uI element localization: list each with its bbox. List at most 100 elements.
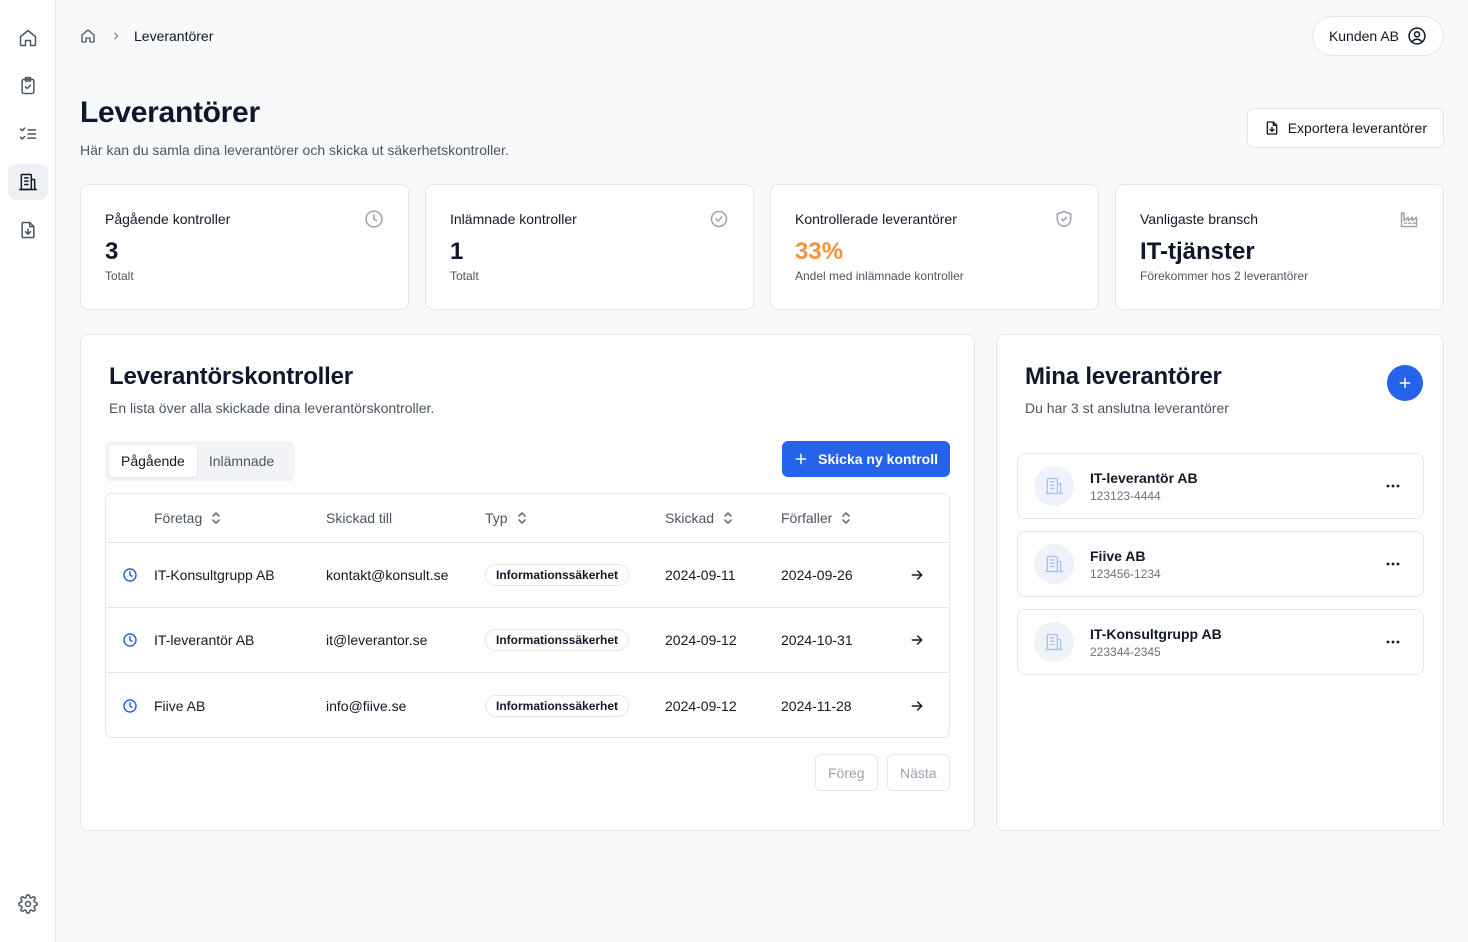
supplier-org-number: 123123-4444 (1090, 489, 1161, 503)
row-company: Fiive AB (154, 697, 206, 714)
status-clock-icon (122, 543, 138, 607)
stat-card-submitted: Inlämnade kontroller 1 Totalt (425, 184, 754, 310)
send-control-label: Skicka ny kontroll (818, 451, 938, 467)
type-badge: Informationssäkerhet (485, 629, 630, 651)
stat-card-ongoing: Pågående kontroller 3 Totalt (80, 184, 409, 310)
sort-icon (212, 512, 221, 524)
sort-icon (842, 512, 851, 524)
row-sent: 2024-09-12 (665, 632, 737, 648)
export-nav-button[interactable] (8, 212, 48, 248)
arrow-right-icon[interactable] (909, 608, 925, 672)
stat-title: Pågående kontroller (105, 211, 231, 227)
row-email: info@fiive.se (326, 697, 407, 714)
page-title: Leverantörer (80, 96, 260, 129)
gear-icon (18, 894, 38, 914)
stat-card-industry: Vanligaste bransch IT-tjänster Förekomme… (1115, 184, 1444, 310)
supplier-name: IT-leverantör AB (1090, 470, 1198, 486)
send-control-button[interactable]: Skicka ny kontroll (782, 441, 950, 477)
settings-nav-button[interactable] (8, 886, 48, 922)
clock-icon (365, 210, 383, 228)
row-email: it@leverantor.se (326, 632, 428, 648)
more-options-icon[interactable] (1383, 554, 1403, 574)
export-suppliers-button[interactable]: Exportera leverantörer (1246, 108, 1444, 148)
plus-icon (1399, 377, 1411, 389)
panel-subtitle: Du har 3 st anslutna leverantörer (1025, 400, 1229, 416)
sort-icon (724, 512, 732, 524)
stat-sub: Förekommer hos 2 leverantörer (1140, 269, 1309, 283)
suppliers-nav-button[interactable] (8, 164, 48, 200)
next-page-button[interactable]: Nästa (887, 754, 950, 791)
table-row[interactable]: IT-leverantör AB it@leverantor.se Inform… (106, 608, 949, 673)
panel-title: Leverantörskontroller (109, 363, 353, 390)
stat-card-controlled: Kontrollerade leverantörer 33% Andel med… (770, 184, 1099, 310)
tab-ongoing[interactable]: Pågående (109, 445, 197, 477)
prev-page-button[interactable]: Föreg (815, 754, 878, 791)
more-options-icon[interactable] (1383, 476, 1403, 496)
plus-icon (795, 453, 807, 465)
row-email: kontakt@konsult.se (326, 567, 449, 583)
supplier-card[interactable]: IT-Konsultgrupp AB 223344-2345 (1017, 609, 1424, 675)
row-sent: 2024-09-11 (665, 567, 736, 583)
controls-table: Företag Skickad till Typ Skickad Förfall… (105, 493, 950, 738)
row-type-cell: Informationssäkerhet (485, 608, 630, 672)
row-type-cell: Informationssäkerhet (485, 673, 630, 738)
supplier-name: IT-Konsultgrupp AB (1090, 626, 1222, 642)
supplier-card[interactable]: IT-leverantör AB 123123-4444 (1017, 453, 1424, 519)
table-row[interactable]: Fiive AB info@fiive.se Informationssäker… (106, 673, 949, 738)
supplier-org-number: 123456-1234 (1090, 567, 1161, 581)
clipboard-check-icon (21, 76, 35, 95)
type-badge: Informationssäkerhet (485, 694, 630, 717)
building-icon (1034, 622, 1074, 662)
home-icon[interactable] (80, 28, 96, 44)
table-row[interactable]: IT-Konsultgrupp AB kontakt@konsult.se In… (106, 543, 949, 608)
more-options-icon[interactable] (1383, 632, 1403, 652)
user-circle-icon (1408, 27, 1426, 45)
list-checks-icon (19, 127, 37, 140)
arrow-right-icon[interactable] (909, 543, 925, 607)
breadcrumb-current: Leverantörer (134, 28, 214, 44)
stat-sub: Andel med inlämnade kontroller (795, 269, 964, 283)
column-type[interactable]: Typ (485, 494, 528, 542)
stat-sub: Totalt (450, 269, 479, 283)
row-due: 2024-09-26 (781, 567, 853, 583)
home-nav-button[interactable] (8, 20, 48, 56)
arrow-right-icon[interactable] (909, 673, 925, 738)
tab-submitted[interactable]: Inlämnade (197, 445, 286, 477)
building-icon (1034, 544, 1074, 584)
supplier-org-number: 223344-2345 (1090, 645, 1161, 659)
file-download-icon (1266, 121, 1278, 135)
sort-icon (517, 512, 526, 524)
supplier-controls-panel: Leverantörskontroller En lista över alla… (80, 334, 975, 831)
stat-value: IT-tjänster (1140, 238, 1255, 265)
column-company[interactable]: Företag (154, 494, 222, 542)
column-due[interactable]: Förfaller (781, 494, 852, 542)
supplier-name: Fiive AB (1090, 548, 1146, 564)
row-due: 2024-11-28 (781, 697, 852, 714)
add-supplier-button[interactable] (1387, 365, 1423, 401)
clipboard-nav-button[interactable] (8, 68, 48, 104)
home-icon (19, 29, 37, 47)
user-name: Kunden AB (1328, 28, 1399, 44)
column-label: Skickad till (326, 510, 393, 526)
stat-title: Kontrollerade leverantörer (795, 211, 957, 227)
checklist-nav-button[interactable] (8, 116, 48, 152)
column-label: Skickad (665, 510, 715, 526)
my-suppliers-panel: Mina leverantörer Du har 3 st anslutna l… (996, 334, 1444, 831)
stat-value: 1 (450, 238, 464, 265)
file-download-icon (21, 221, 35, 239)
type-badge: Informationssäkerhet (485, 564, 630, 586)
supplier-card[interactable]: Fiive AB 123456-1234 (1017, 531, 1424, 597)
column-sent[interactable]: Skickad (665, 494, 734, 542)
building-icon (1034, 466, 1074, 506)
stat-value: 3 (105, 238, 119, 265)
factory-icon (1400, 212, 1418, 228)
column-label: Företag (154, 510, 203, 526)
user-menu-button[interactable]: Kunden AB (1311, 16, 1444, 56)
column-label: Förfaller (781, 510, 833, 526)
shield-check-icon (1056, 210, 1072, 228)
building-icon (18, 173, 38, 191)
column-sent-to: Skickad till (326, 494, 392, 542)
breadcrumb: Leverantörer (80, 24, 213, 48)
check-circle-icon (710, 210, 728, 228)
table-header: Företag Skickad till Typ Skickad Förfall… (106, 494, 949, 543)
